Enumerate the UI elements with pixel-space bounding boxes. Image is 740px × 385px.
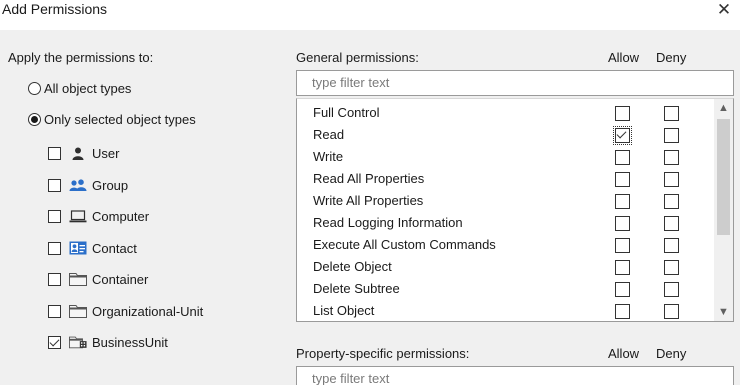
folder-icon (69, 271, 87, 287)
property-permissions-label: Property-specific permissions: (296, 346, 470, 361)
title-bar: Add Permissions ✕ (0, 0, 740, 30)
deny-column-header: Deny (656, 50, 687, 65)
permission-row: List Object (297, 300, 714, 321)
close-icon[interactable]: ✕ (714, 0, 734, 22)
scroll-up-arrow-icon[interactable]: ▲ (714, 99, 733, 117)
allow-checkbox[interactable] (615, 238, 630, 253)
deny-checkbox[interactable] (664, 216, 679, 231)
allow-checkbox[interactable] (615, 194, 630, 209)
dialog-title: Add Permissions (2, 1, 108, 17)
checkbox[interactable] (48, 335, 61, 349)
permission-name: Delete Subtree (313, 281, 400, 296)
permission-row: Read Logging Information (297, 212, 714, 234)
property-filter-input[interactable]: type filter text (296, 366, 734, 385)
dialog-body: Apply the permissions to: All object typ… (0, 30, 740, 385)
type-label: Computer (92, 208, 150, 224)
permission-name: Read All Properties (313, 171, 425, 186)
allow-column-header: Allow (608, 50, 640, 65)
general-permissions-label: General permissions: (296, 50, 419, 65)
type-contact[interactable]: Contact (48, 239, 137, 257)
vertical-scrollbar[interactable]: ▲ ▼ (714, 99, 733, 321)
checkbox[interactable] (48, 146, 61, 160)
deny-checkbox[interactable] (664, 150, 679, 165)
checkbox[interactable] (48, 272, 61, 286)
property-deny-column-header: Deny (656, 346, 687, 361)
scrollbar-thumb[interactable] (717, 119, 730, 235)
permission-row: Delete Object (297, 256, 714, 278)
permission-name: Write All Properties (313, 193, 424, 208)
general-permissions-list: Full Control Read Write Read All Properties… (296, 98, 734, 322)
permission-row: Execute All Custom Commands (297, 234, 714, 256)
type-label: User (92, 145, 120, 161)
type-user[interactable]: User (48, 144, 119, 162)
permission-name: Execute All Custom Commands (313, 237, 496, 252)
user-icon (69, 145, 87, 161)
allow-checkbox[interactable] (615, 150, 630, 165)
checkbox[interactable] (48, 241, 61, 255)
ou-folder-icon (69, 303, 87, 319)
permission-name: List Object (313, 303, 375, 318)
deny-checkbox[interactable] (664, 194, 679, 209)
type-container[interactable]: Container (48, 270, 148, 288)
allow-checkbox[interactable] (615, 216, 630, 231)
type-businessunit[interactable]: BusinessUnit (48, 333, 168, 351)
checkbox[interactable] (48, 178, 61, 192)
type-group[interactable]: Group (48, 176, 128, 194)
computer-icon (69, 208, 87, 224)
permission-row: Delete Subtree (297, 278, 714, 300)
permission-row: Write (297, 146, 714, 168)
allow-checkbox[interactable] (615, 106, 630, 121)
deny-checkbox[interactable] (664, 128, 679, 143)
type-label: Group (92, 177, 129, 193)
radio-label: All object types (44, 81, 132, 96)
deny-checkbox[interactable] (664, 260, 679, 275)
contact-icon (69, 240, 87, 256)
type-computer[interactable]: Computer (48, 207, 149, 225)
deny-checkbox[interactable] (664, 172, 679, 187)
permission-name: Full Control (313, 105, 380, 120)
radio-label: Only selected object types (44, 112, 196, 127)
radio-all-object-types[interactable]: All object types (28, 81, 131, 96)
permission-name: Read (313, 127, 345, 142)
deny-checkbox[interactable] (664, 106, 679, 121)
radio-only-selected-types[interactable]: Only selected object types (28, 112, 196, 127)
checkbox[interactable] (48, 304, 61, 318)
apply-to-heading: Apply the permissions to: (8, 50, 154, 65)
type-label: BusinessUnit (92, 334, 168, 350)
permission-name: Delete Object (313, 259, 392, 274)
permission-row: Read All Properties (297, 168, 714, 190)
scroll-down-arrow-icon[interactable]: ▼ (714, 303, 733, 321)
permission-row: Write All Properties (297, 190, 714, 212)
allow-checkbox[interactable] (615, 282, 630, 297)
permission-name: Read Logging Information (313, 215, 463, 230)
property-allow-column-header: Allow (608, 346, 640, 361)
radio-button[interactable] (28, 113, 41, 126)
general-filter-input[interactable]: type filter text (296, 70, 734, 96)
type-label: Container (92, 271, 149, 287)
business-unit-icon (69, 334, 87, 350)
radio-button[interactable] (28, 82, 41, 95)
permission-name: Write (313, 149, 344, 164)
deny-checkbox[interactable] (664, 304, 679, 319)
permission-row: Read (297, 124, 714, 146)
deny-checkbox[interactable] (664, 282, 679, 297)
checkbox[interactable] (48, 209, 61, 223)
permission-row: Full Control (297, 102, 714, 124)
allow-checkbox[interactable] (615, 172, 630, 187)
allow-checkbox[interactable] (613, 126, 632, 145)
deny-checkbox[interactable] (664, 238, 679, 253)
type-label: Organizational-Unit (92, 303, 204, 319)
allow-checkbox[interactable] (615, 304, 630, 319)
group-icon (69, 177, 87, 193)
type-organizational-unit[interactable]: Organizational-Unit (48, 302, 203, 320)
allow-checkbox[interactable] (615, 260, 630, 275)
type-label: Contact (92, 240, 137, 256)
